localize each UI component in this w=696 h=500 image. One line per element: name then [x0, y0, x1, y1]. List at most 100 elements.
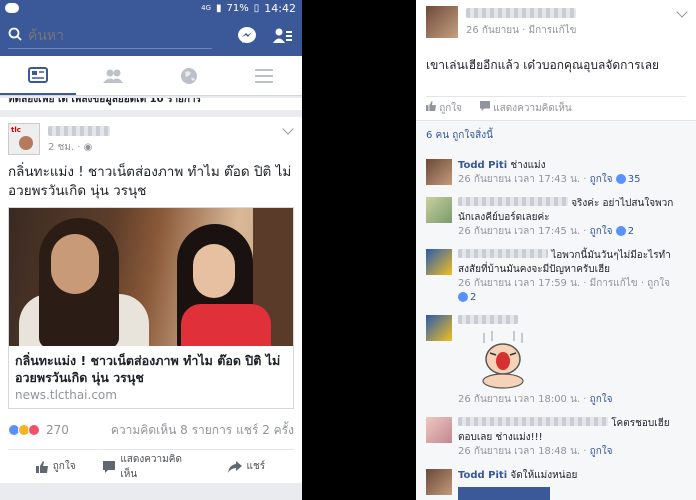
link-preview[interactable]: กลิ่นทะแม่ง ! ชาวเน็ตส่องภาพ ทำไม ต๊อด ป…	[8, 207, 294, 409]
detail-like-button[interactable]: ถูกใจ	[426, 101, 462, 116]
commenter-name-blurred[interactable]	[458, 315, 518, 324]
chevron-down-icon[interactable]	[676, 6, 688, 18]
page-name-blurred[interactable]	[48, 126, 110, 136]
comment-like-link[interactable]: ถูกใจ	[590, 446, 613, 457]
top-bar	[0, 16, 302, 56]
friend-requests-icon[interactable]	[272, 25, 294, 47]
globe-icon	[180, 67, 197, 84]
share-button[interactable]: แชร์	[199, 459, 294, 474]
tab-friends[interactable]	[76, 56, 152, 95]
commenter-name-blurred[interactable]	[458, 197, 568, 206]
detail-comment-button[interactable]: แสดงความคิดเห็น	[480, 101, 572, 116]
comment-like-link[interactable]: ถูกใจ	[590, 394, 613, 405]
tlc-logo: tlc	[11, 126, 21, 134]
link-photo	[9, 208, 293, 346]
poster-name-blurred[interactable]	[466, 8, 576, 18]
comment-icon	[480, 101, 491, 111]
status-bar: 4G ▮ 71% ▯ 14:42	[0, 0, 302, 16]
clock: 14:42	[264, 1, 296, 15]
comment-item: 26 กันยายน เวลา 18:00 น. · ถูกใจ	[416, 310, 696, 412]
search-box[interactable]	[8, 23, 212, 49]
like-badge-icon	[615, 174, 626, 184]
tab-notifications[interactable]	[151, 56, 227, 95]
poster-avatar[interactable]	[426, 6, 458, 38]
tab-news-feed[interactable]	[0, 56, 76, 95]
avatar-face	[19, 136, 33, 150]
battery-icon: ▯	[253, 2, 260, 14]
like-button[interactable]: ถูกใจ	[8, 459, 103, 474]
comment-item: ไอพวกนี้มันวันๆไม่มีอะไรทำสงสัยที่บ้านมั…	[416, 244, 696, 310]
network-indicator: 4G	[201, 4, 212, 12]
post-detail-screen: 26 กันยายน · มีการแก้ไข เขาเล่นเฮียอีกแล…	[416, 0, 696, 500]
commenter-name[interactable]: Todd Piti	[458, 470, 507, 481]
comment-like-count[interactable]: 2	[628, 226, 634, 237]
menu-icon	[255, 68, 274, 83]
link-domain: news.tlcthai.com	[15, 388, 117, 402]
comment-icon	[103, 460, 116, 473]
comment-like-count[interactable]: 2	[470, 292, 476, 303]
commenter-avatar[interactable]	[426, 417, 452, 443]
comment-like-count[interactable]: 35	[628, 174, 641, 185]
share-label: แชร์	[246, 461, 266, 472]
like-badge-icon	[458, 292, 468, 302]
search-input[interactable]	[28, 27, 198, 44]
thumb-up-icon	[35, 460, 48, 473]
commenter-avatar[interactable]	[426, 197, 452, 223]
signal-icon: ▮	[216, 2, 222, 14]
detail-post-header: 26 กันยายน · มีการแก้ไข	[416, 0, 696, 44]
comment-item: Todd Piti ช่างแม่ง 26 กันยายน เวลา 17:43…	[416, 154, 696, 192]
comment-text: ช่างแม่ง	[510, 160, 546, 171]
post-card: tlc 2 ชม. · ◉ กลิ่นทะแม่ง ! ชาวเน็ตส่องภ…	[0, 117, 302, 483]
feed-screen: 4G ▮ 71% ▯ 14:42 ทดลองเฟย	[0, 0, 302, 500]
battery-level: 71%	[226, 2, 249, 14]
love-reaction-icon	[28, 424, 40, 436]
comments-shares-count[interactable]: ความคิดเห็น 8 รายการ แชร์ 2 ครั้ง	[111, 421, 294, 440]
comment-item: โคตรชอบเฮียตอบเลย ช่างแม่ง!!! 26 กันยายน…	[416, 412, 696, 464]
comment-label: แสดงความคิดเห็น	[120, 453, 182, 480]
comment-item: Todd Piti จัดให้แม่งหน่อย	[416, 464, 696, 500]
commenter-avatar[interactable]	[426, 469, 452, 495]
comment-button[interactable]: แสดงความคิดเห็น	[103, 452, 198, 482]
friends-icon	[103, 69, 124, 83]
globe-small-icon: ◉	[83, 142, 93, 153]
messenger-icon[interactable]	[236, 25, 258, 47]
commenter-avatar[interactable]	[426, 159, 452, 185]
detail-post-text: เขาเล่นเฮียอีกแล้ว เด๋วบอกคุณอุบลจัดการเ…	[426, 58, 660, 72]
commenter-avatar[interactable]	[426, 249, 452, 275]
search-icon	[8, 26, 22, 45]
commenter-name[interactable]: Todd Piti	[458, 160, 507, 171]
comment-meta: 26 กันยายน เวลา 18:00 น. · ถูกใจ	[458, 394, 613, 405]
comment-like-link[interactable]: ถูกใจ	[590, 174, 613, 185]
commenter-avatar[interactable]	[426, 315, 452, 341]
comment-meta: 26 กันยายน เวลา 17:43 น. · ถูกใจ 35	[458, 174, 641, 185]
comment-item: จริงค่ะ อย่าไปสนใจพวกนักเลงคีย์บอร์ดเลยค…	[416, 192, 696, 244]
comment-meta: 26 กันยายน เวลา 17:59 น. · มีการแก้ไข · …	[458, 278, 671, 303]
reactions-bar[interactable]: 270 ความคิดเห็น 8 รายการ แชร์ 2 ครั้ง	[0, 415, 302, 445]
thumb-up-icon	[426, 101, 436, 111]
post-header: tlc 2 ชม. · ◉	[0, 117, 302, 159]
comment-text: จัดให้แม่งหน่อย	[510, 470, 578, 481]
share-icon	[227, 460, 242, 473]
comment-like-link[interactable]: ถูกใจ	[590, 226, 613, 237]
comment-meta: 26 กันยายน เวลา 17:45 น. · ถูกใจ 2	[458, 226, 635, 237]
link-title: กลิ่นทะแม่ง ! ชาวเน็ตส่องภาพ ทำไม ต๊อด ป…	[15, 353, 281, 385]
nav-tabs	[0, 56, 302, 96]
comment-attached-screenshot[interactable]	[458, 487, 550, 500]
messenger-notification-icon	[5, 3, 19, 13]
detail-post-actions: ถูกใจ แสดงความคิดเห็น	[426, 96, 686, 120]
comment-list: Todd Piti ช่างแม่ง 26 กันยายน เวลา 17:43…	[416, 150, 696, 500]
news-feed-icon	[27, 66, 48, 83]
chevron-down-icon[interactable]	[282, 123, 294, 135]
crying-sticker	[478, 331, 528, 389]
commenter-name-blurred[interactable]	[458, 417, 608, 426]
previous-post-cut-text: ทดลองเฟย เต เพลงขอมูลยอดเต 10 รายการ	[0, 98, 302, 110]
likes-summary[interactable]: 6 คน ถูกใจสิ่งนี้	[416, 120, 696, 150]
like-label: ถูกใจ	[52, 461, 76, 472]
commenter-name-blurred[interactable]	[458, 249, 548, 258]
comment-meta: 26 กันยายน เวลา 18:48 น. · ถูกใจ	[458, 446, 613, 457]
tab-menu[interactable]	[227, 56, 303, 95]
post-time: 2 ชม. · ◉	[48, 142, 93, 153]
post-actions: ถูกใจ แสดงความคิดเห็น แชร์	[8, 449, 294, 483]
like-badge-icon	[615, 226, 626, 236]
page-avatar[interactable]: tlc	[8, 123, 40, 155]
